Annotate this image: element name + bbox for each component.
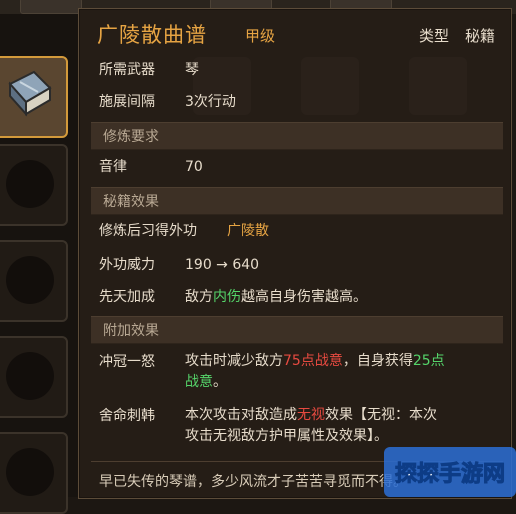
bg-slot	[301, 57, 359, 115]
practice-key: 音律	[99, 159, 127, 175]
extra-effect-2-key-row: 舍命刺韩	[99, 405, 185, 427]
innate-text-pre: 敌方	[185, 289, 213, 305]
weapon-key: 所需武器	[99, 62, 155, 78]
practice-row: 音律 70	[99, 156, 203, 178]
innate-text-post: 越高自身伤害越高。	[241, 289, 367, 305]
section-title-practice: 修炼要求	[103, 129, 159, 145]
e1-text-red: 75点战意	[283, 353, 343, 369]
inventory-slot[interactable]	[0, 144, 68, 226]
practice-value: 70	[185, 159, 203, 175]
inventory-slot-selected[interactable]	[0, 56, 68, 138]
extra-effect-2-key: 舍命刺韩	[99, 408, 155, 424]
power-row: 外功威力 190 → 640	[99, 254, 259, 276]
svg-text:探探手游网: 探探手游网	[395, 461, 505, 487]
e1-text-end: 。	[213, 374, 227, 390]
section-title-secret: 秘籍效果	[103, 194, 159, 210]
book-icon	[8, 70, 52, 117]
e2-text-d: 攻击无视敌方护甲属性及效果】。	[185, 428, 388, 444]
top-tab[interactable]	[20, 0, 82, 14]
section-header: 修炼要求	[91, 122, 503, 150]
e1-text-green2: 战意	[185, 374, 213, 390]
e1-text-green: 25点	[412, 353, 445, 369]
section-header: 附加效果	[91, 316, 503, 344]
watermark-logo: 探探手游网	[384, 447, 516, 497]
power-value: 190 → 640	[185, 257, 260, 273]
section-header: 秘籍效果	[91, 187, 503, 215]
weapon-row: 所需武器 琴	[99, 59, 199, 81]
e2-text-c: 效果【无视：本次	[325, 407, 437, 423]
learn-value: 广陵散	[227, 223, 269, 239]
section-title-extra: 附加效果	[103, 323, 159, 339]
innate-highlight: 内伤	[213, 289, 241, 305]
e2-text-a: 本次攻击对敌造成	[185, 407, 297, 423]
inventory-column	[0, 14, 80, 514]
e2-text-red: 无视	[297, 407, 325, 423]
weapon-value: 琴	[185, 62, 199, 78]
inventory-slot[interactable]	[0, 336, 68, 418]
title-row: 广陵散曲谱 甲级 类型 秘籍	[97, 19, 511, 53]
inventory-slot[interactable]	[0, 432, 68, 514]
extra-effect-1-text: 攻击时减少敌方75点战意，自身获得25点战意。	[185, 351, 495, 393]
learn-key: 修炼后习得外功	[99, 223, 197, 239]
inventory-slot[interactable]	[0, 240, 68, 322]
type-label: 类型	[418, 27, 449, 45]
innate-key: 先天加成	[99, 289, 155, 305]
learn-row: 修炼后习得外功 广陵散	[99, 220, 269, 242]
interval-key: 施展间隔	[99, 94, 155, 110]
bg-slot	[409, 57, 467, 115]
power-key: 外功威力	[99, 257, 155, 273]
item-detail-panel: 广陵散曲谱 甲级 类型 秘籍 所需武器琴 施展间隔 3次行动 修炼要求 音律 70 …	[78, 8, 512, 499]
innate-row: 先天加成 敌方内伤越高自身伤害越高。	[99, 286, 367, 308]
extra-effect-1-key: 冲冠一怒	[99, 354, 155, 370]
extra-effect-1-key-row: 冲冠一怒	[99, 351, 185, 373]
item-title: 广陵散曲谱	[97, 23, 207, 47]
e1-text-c: ，自身获得	[342, 353, 413, 369]
interval-row: 施展间隔 3次行动	[99, 91, 236, 113]
interval-value: 3次行动	[185, 94, 236, 110]
e1-text-a: 攻击时减少敌方	[185, 353, 283, 369]
item-grade: 甲级	[245, 27, 276, 45]
type-value: 秘籍	[464, 27, 495, 45]
